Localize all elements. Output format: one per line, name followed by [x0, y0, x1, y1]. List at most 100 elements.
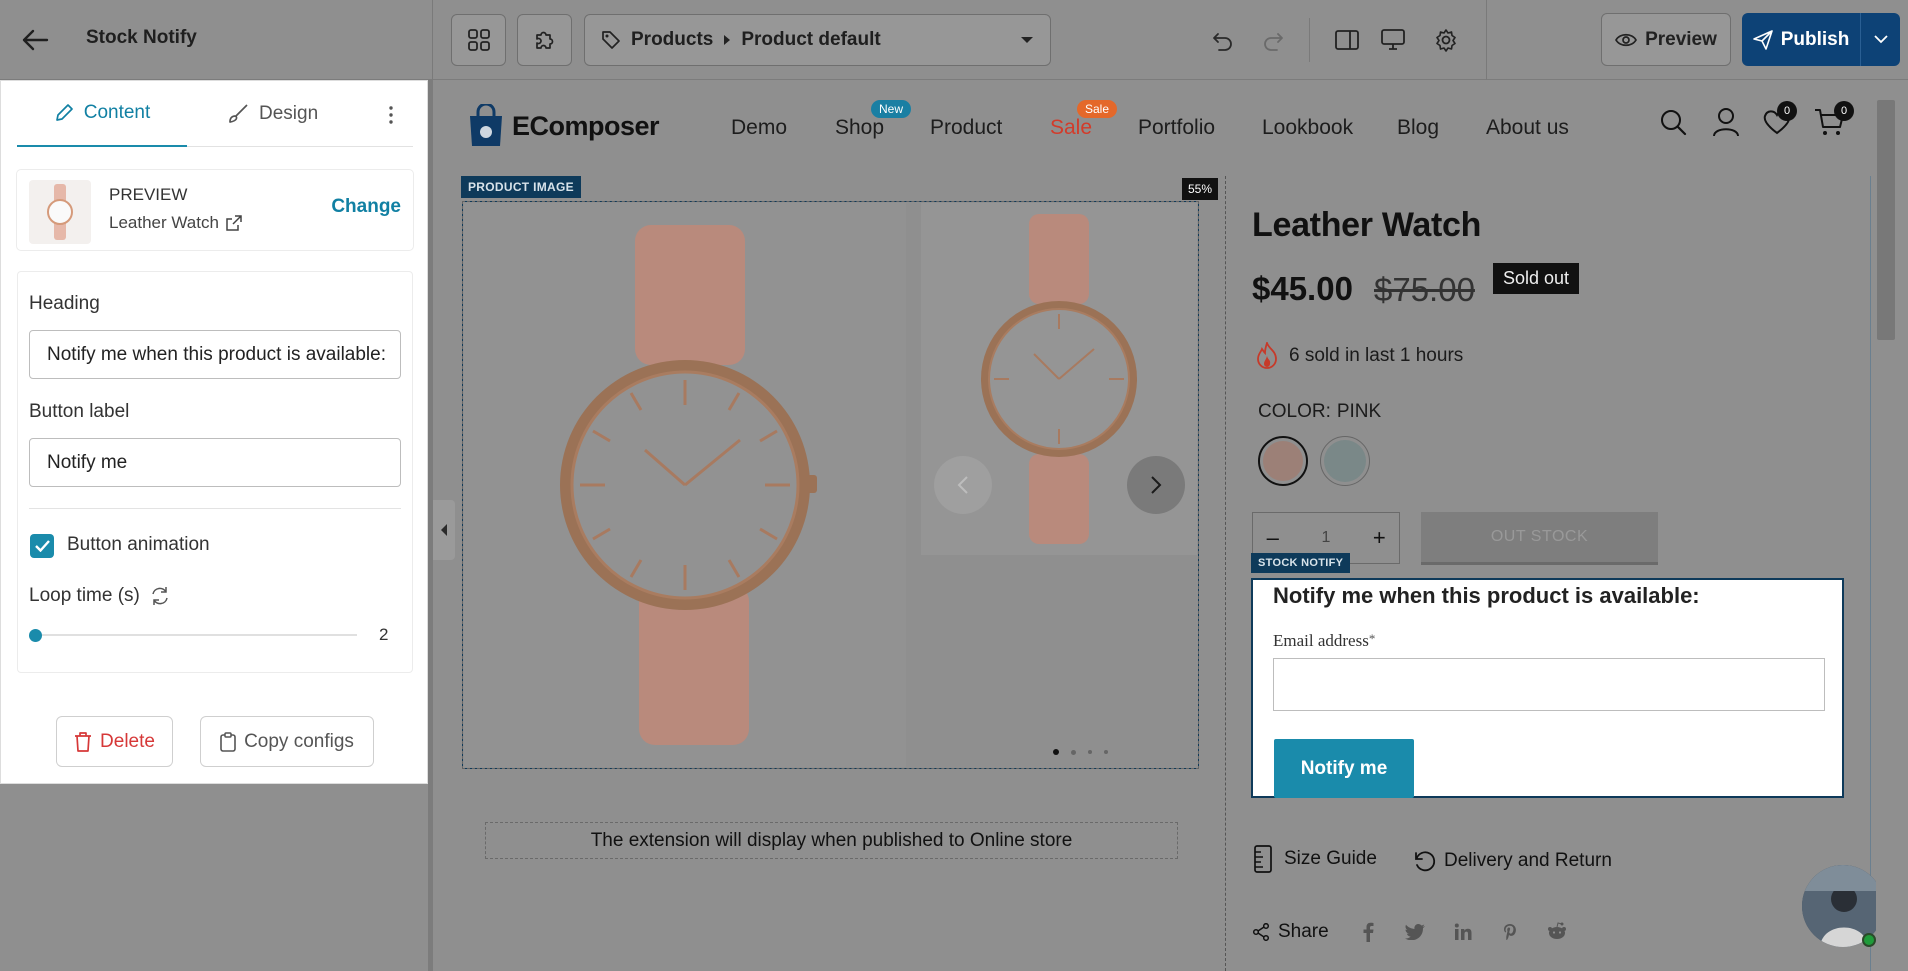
tab-design[interactable]: Design	[227, 81, 367, 147]
nav-lookbook[interactable]: Lookbook	[1262, 116, 1353, 140]
nav-portfolio[interactable]: Portfolio	[1138, 116, 1215, 140]
facebook-icon[interactable]	[1362, 922, 1376, 942]
next-image-button[interactable]	[1127, 456, 1185, 514]
store-logo[interactable]: EComposer	[466, 104, 660, 148]
sale-badge: Sale	[1077, 100, 1118, 118]
required-mark: *	[1368, 631, 1376, 646]
size-guide-label: Size Guide	[1284, 848, 1377, 869]
email-input[interactable]	[1273, 658, 1825, 711]
breadcrumb-root[interactable]: Products	[631, 29, 713, 51]
search-icon[interactable]	[1658, 107, 1688, 137]
tab-content[interactable]: Content	[17, 81, 187, 147]
preview-label: Preview	[1645, 28, 1717, 50]
compare-price: $75.00	[1374, 271, 1475, 308]
nav-blog[interactable]: Blog	[1397, 116, 1439, 140]
button-animation-checkbox[interactable]	[30, 534, 54, 558]
more-vertical-icon[interactable]	[381, 103, 401, 127]
increase-button[interactable]: +	[1360, 525, 1399, 551]
tab-design-label: Design	[259, 103, 319, 124]
notify-me-button[interactable]: Notify me	[1274, 739, 1414, 798]
stock-notify-block[interactable]: Notify me when this product is available…	[1251, 578, 1844, 798]
nav-demo[interactable]: Demo	[731, 116, 787, 140]
button-label-label: Button label	[29, 401, 130, 422]
quantity-value[interactable]: 1	[1292, 529, 1359, 547]
product-price: $45.00	[1252, 270, 1353, 307]
color-label: COLOR:	[1258, 401, 1331, 422]
nav-shop[interactable]: Shop	[835, 116, 884, 140]
redo-icon[interactable]	[1260, 28, 1286, 54]
slider-handle[interactable]	[29, 629, 42, 642]
product-image-tag: PRODUCT IMAGE	[461, 176, 581, 198]
online-status-dot	[1862, 933, 1876, 947]
section-title: Stock Notify	[86, 27, 197, 48]
preview-product-name: Leather Watch	[109, 213, 219, 232]
page-selector[interactable]: Products Product default	[584, 14, 1051, 66]
image-pagination[interactable]	[1053, 749, 1108, 755]
button-animation-label: Button animation	[67, 534, 210, 555]
desktop-icon[interactable]	[1379, 27, 1407, 53]
back-arrow-icon[interactable]	[20, 26, 50, 54]
button-label-input[interactable]: Notify me	[29, 438, 401, 487]
eye-icon	[1615, 33, 1638, 46]
extension-notice: The extension will display when publishe…	[485, 822, 1178, 859]
nav-sale[interactable]: Sale	[1050, 116, 1092, 140]
ruler-icon	[1254, 845, 1272, 873]
color-value: PINK	[1336, 401, 1382, 422]
tag-icon	[602, 31, 620, 49]
linkedin-icon[interactable]	[1454, 923, 1472, 941]
nav-product[interactable]: Product	[930, 116, 1002, 140]
copy-configs-button[interactable]: Copy configs	[200, 716, 374, 767]
swatch-pink[interactable]	[1258, 436, 1308, 486]
width-badge: 55%	[1182, 178, 1219, 200]
undo-icon[interactable]	[1210, 28, 1236, 54]
loop-time-label: Loop time (s)	[29, 585, 140, 606]
clipboard-icon	[220, 731, 236, 752]
out-stock-label: OUT STOCK	[1490, 528, 1589, 545]
return-icon	[1415, 851, 1436, 872]
prev-image-button[interactable]	[934, 456, 992, 514]
puzzle-icon	[535, 31, 553, 49]
nav-about-us[interactable]: About us	[1486, 116, 1569, 140]
cart-count: 0	[1834, 101, 1854, 121]
copy-configs-label: Copy configs	[244, 730, 354, 752]
product-preview-card: PREVIEW Leather Watch Change	[17, 170, 413, 250]
notify-me-label: Notify me	[1300, 757, 1388, 779]
chevron-right-icon	[1151, 476, 1162, 494]
publish-options-button[interactable]	[1860, 13, 1900, 66]
reddit-icon[interactable]	[1546, 922, 1568, 942]
extensions-button[interactable]	[517, 14, 572, 66]
out-stock-button[interactable]: OUT STOCK	[1421, 512, 1658, 565]
gear-icon[interactable]	[1432, 26, 1460, 54]
loop-time-value: 2	[379, 625, 389, 644]
main-product-image[interactable]	[464, 203, 906, 767]
size-guide-link[interactable]: Size Guide	[1252, 845, 1377, 873]
layout-button[interactable]	[451, 14, 506, 66]
swatch-teal[interactable]	[1320, 436, 1370, 486]
loop-time-slider[interactable]	[29, 625, 359, 645]
refresh-icon[interactable]	[150, 586, 170, 606]
sidebar-toggle-icon[interactable]	[1333, 27, 1361, 53]
send-icon	[1752, 29, 1773, 50]
user-icon[interactable]	[1711, 106, 1741, 138]
twitter-icon[interactable]	[1405, 924, 1425, 942]
change-product-link[interactable]: Change	[331, 196, 401, 218]
delete-button[interactable]: Delete	[56, 716, 173, 767]
breadcrumb-page: Product default	[741, 29, 881, 50]
brand-name: EComposer	[512, 110, 660, 141]
delivery-return-link[interactable]: Delivery and Return	[1412, 849, 1612, 873]
publish-button[interactable]: Publish	[1742, 13, 1860, 66]
heading-input[interactable]: Notify me when this product is available…	[29, 330, 401, 379]
tab-content-label: Content	[83, 102, 151, 123]
editor-toolbar: Stock Notify Products Product default Pr…	[0, 0, 1908, 80]
share-label: Share	[1278, 921, 1329, 942]
decrease-button[interactable]: –	[1253, 525, 1292, 551]
external-link-icon[interactable]	[226, 215, 242, 231]
collapse-panel-handle[interactable]	[433, 500, 455, 560]
preview-button[interactable]: Preview	[1601, 13, 1731, 66]
chevron-left-icon	[441, 524, 447, 536]
pinterest-icon[interactable]	[1503, 923, 1519, 943]
chevron-down-icon	[1873, 35, 1888, 44]
preview-heading: PREVIEW	[109, 185, 188, 204]
delivery-label: Delivery and Return	[1444, 850, 1612, 871]
canvas-scrollbar[interactable]	[1876, 80, 1908, 971]
